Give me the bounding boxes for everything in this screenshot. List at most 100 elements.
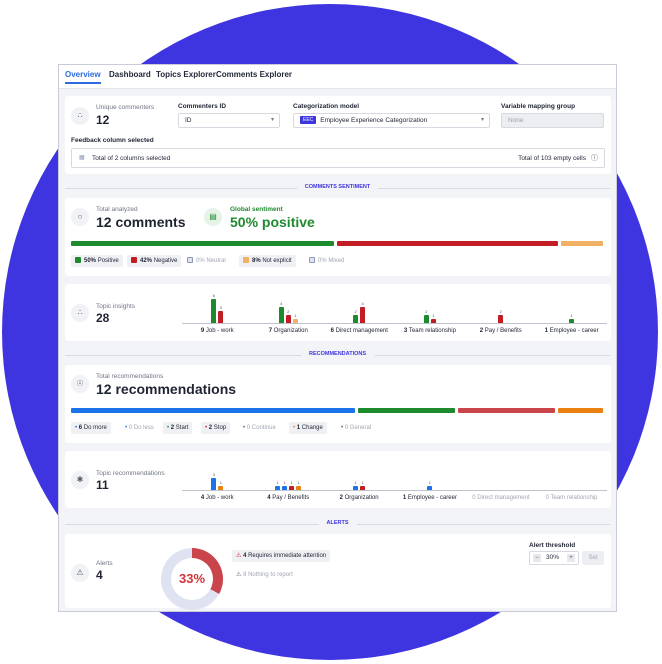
sentiment-legend-not-explicit[interactable]: 8% Not explicit: [239, 255, 296, 267]
topic-name: Direct management: [477, 495, 530, 501]
legend-label: Continue: [251, 425, 276, 431]
legend-label: Start: [175, 425, 189, 431]
tab-topics-explorer[interactable]: Topics Explorer: [156, 70, 216, 79]
sentiment-legend-positive[interactable]: 50% Positive: [71, 255, 123, 267]
info-icon[interactable]: ⓘ: [591, 153, 598, 163]
topic-insight-topic-label[interactable]: 9 Job - work: [201, 328, 234, 334]
topic-recommendation-topic-label[interactable]: 0 Team relationship: [546, 495, 598, 501]
sentiment-icon: ▤: [204, 208, 222, 226]
topic-insight-topic-label[interactable]: 1 Employee - career: [545, 328, 599, 334]
sentiment-legend-neutral[interactable]: 0% Neutral: [183, 255, 230, 267]
chevron-down-icon: ▾: [480, 117, 484, 123]
commenters-id-value: ID: [185, 117, 192, 124]
recommendation-legend-change[interactable]: • 1 Change: [289, 422, 327, 434]
topic-name: Team relationship: [408, 328, 456, 334]
sentiment-legend-negative[interactable]: 42% Negative: [127, 255, 182, 267]
plus-icon[interactable]: +: [567, 554, 575, 562]
recommendation-segment-start: [358, 408, 455, 413]
topic-insight-bar-value: 2: [354, 309, 357, 314]
alert-item-attention[interactable]: ⚠ 4 Requires immediate attention: [232, 550, 331, 562]
section-divider-alerts: ALERTS: [65, 519, 610, 529]
legend-percent: 8%: [252, 258, 263, 264]
alerts-value: 4: [96, 568, 103, 582]
global-sentiment-value: 50% positive: [230, 214, 315, 230]
tab-overview[interactable]: Overview: [65, 70, 101, 84]
recommendation-legend-do-more[interactable]: • 6 Do more: [71, 422, 111, 434]
tab-bar: Overview Dashboard Topics Explorer Comme…: [59, 65, 616, 89]
topic-recommendations-card: ✱ Topic recommendations 11 314 Job - wor…: [65, 451, 611, 508]
legend-label: Mixed: [328, 258, 345, 264]
legend-percent: 42%: [140, 258, 154, 264]
sentiment-segment-not-explicit: [560, 241, 603, 246]
legend-swatch-icon: [131, 257, 137, 263]
variable-mapping-label: Variable mapping group: [501, 103, 576, 110]
tab-dashboard[interactable]: Dashboard: [109, 70, 151, 79]
legend-label: Change: [301, 425, 323, 431]
recommendation-legend-general[interactable]: • 0 General: [337, 422, 375, 434]
recommendation-legend-start[interactable]: • 2 Start: [163, 422, 193, 434]
topic-recommendation-bar: [211, 478, 217, 490]
alert-item-nothing[interactable]: ⚠ 8 Nothing to report: [232, 569, 297, 581]
topic-insight-topic-label[interactable]: 6 Direct management: [331, 328, 388, 334]
topic-insight-bar: [353, 315, 359, 323]
threshold-stepper[interactable]: − 30% +: [529, 551, 579, 565]
topic-insight-topic-label[interactable]: 7 Organization: [269, 328, 308, 334]
topic-name: Team relationship: [550, 495, 598, 501]
alert-nothing-count: 8: [243, 572, 247, 578]
tab-comments-explorer[interactable]: Comments Explorer: [216, 70, 292, 79]
users-icon: ∴: [71, 107, 89, 125]
topic-recommendations-label: Topic recommendations: [96, 470, 165, 477]
global-sentiment-label: Global sentiment: [230, 206, 283, 213]
topic-recommendation-topic-label[interactable]: 2 Organization: [340, 495, 379, 501]
sentiment-card: ○ Total analyzed 12 comments ▤ Global se…: [65, 198, 611, 276]
topic-insight-axis-line: [182, 323, 607, 324]
feedback-column-select[interactable]: ▦ Total of 2 columns selected Total of 1…: [71, 148, 605, 168]
legend-swatch-icon: [75, 257, 81, 263]
topic-recommendation-topic-label[interactable]: 4 Job - work: [201, 495, 234, 501]
categorization-model-select[interactable]: EEC Employee Experience Categorization ▾: [293, 113, 490, 128]
topic-insight-bar: [498, 315, 504, 323]
legend-label: Not explicit: [262, 258, 292, 264]
topic-insight-topic-label[interactable]: 3 Team relationship: [404, 328, 456, 334]
variable-mapping-placeholder: None: [508, 117, 524, 124]
legend-percent: 50%: [84, 258, 98, 264]
threshold-value: 30%: [546, 554, 560, 561]
variable-mapping-select: None: [501, 113, 604, 128]
empty-cells-text: Total of 103 empty cells: [518, 155, 586, 162]
commenters-id-select[interactable]: ID ▾: [178, 113, 280, 128]
topic-insight-topic-label[interactable]: 2 Pay / Benefits: [480, 328, 522, 334]
topic-insight-bar: [423, 315, 429, 323]
recommendation-legend-do-less[interactable]: • 0 Do less: [121, 422, 158, 434]
topic-name: Organization: [344, 495, 379, 501]
comment-icon: ○: [71, 208, 89, 226]
topic-name: Job - work: [205, 495, 234, 501]
topic-recommendation-bar: [275, 486, 281, 490]
recommendation-legend-continue[interactable]: • 0 Continue: [239, 422, 280, 434]
topic-insight-bar-value: 1: [570, 313, 573, 318]
columns-selected-text: Total of 2 columns selected: [92, 155, 171, 162]
recommendations-card: ☉ Total recommendations 12 recommendatio…: [65, 365, 611, 443]
topic-recommendation-topic-label[interactable]: 1 Employee - career: [403, 495, 457, 501]
legend-percent: 0%: [196, 258, 207, 264]
topic-recommendation-bar-value: 3: [212, 472, 216, 477]
legend-label: Positive: [97, 258, 119, 264]
section-title-alerts: ALERTS: [318, 520, 357, 526]
minus-icon[interactable]: −: [533, 554, 541, 562]
set-button[interactable]: Set: [582, 551, 604, 565]
topic-insight-bar-value: 4: [280, 301, 283, 306]
sentiment-stacked-bar: [71, 241, 603, 246]
recommendation-legend-stop[interactable]: • 2 Stop: [201, 422, 231, 434]
alert-nothing-text: Nothing to report: [248, 572, 293, 578]
topic-recommendation-bar-value: 1: [297, 480, 300, 485]
unique-commenters-label: Unique commenters: [96, 104, 155, 111]
recommendations-legend: • 6 Do more • 0 Do less • 2 Start • 2 Stop •…: [71, 422, 603, 434]
legend-swatch-icon: [309, 257, 315, 263]
topic-recommendation-topic-label[interactable]: 0 Direct management: [472, 495, 529, 501]
recommendation-segment-stop: [457, 408, 555, 413]
legend-label: Stop: [213, 425, 227, 431]
topic-recommendation-topic-label[interactable]: 4 Pay / Benefits: [267, 495, 309, 501]
sentiment-legend-mixed[interactable]: 0% Mixed: [305, 255, 348, 267]
warning-icon: ⚠: [71, 564, 89, 582]
section-divider-sentiment: COMMENTS SENTIMENT: [65, 183, 610, 193]
sentiment-segment-positive: [71, 241, 334, 246]
